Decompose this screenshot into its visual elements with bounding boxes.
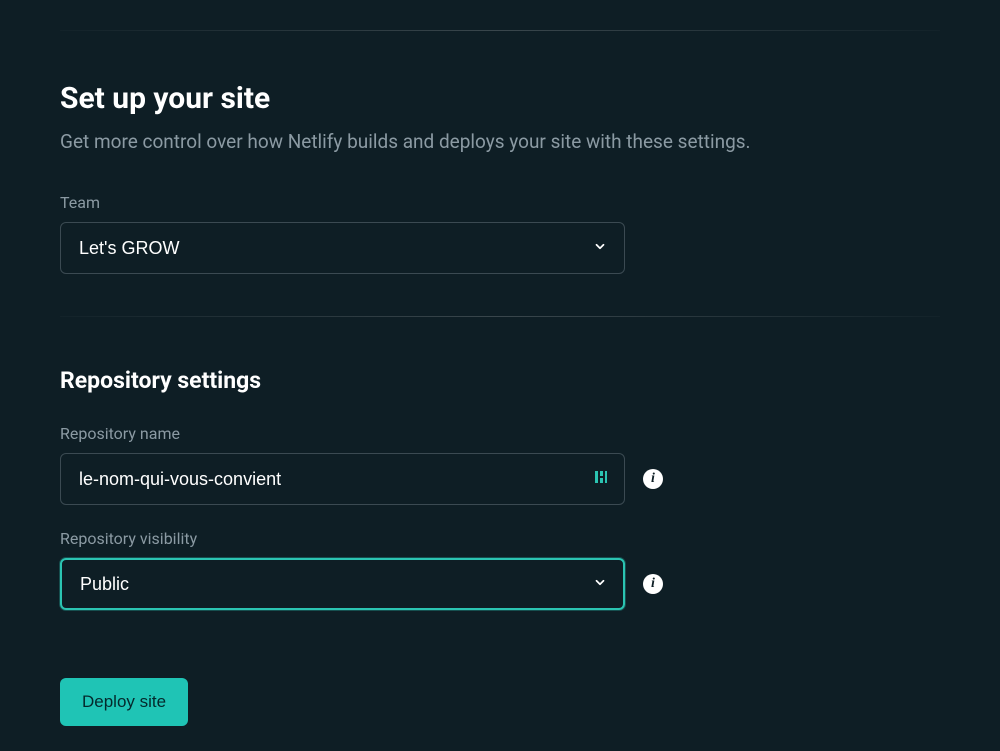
team-select-value: Let's GROW <box>79 238 179 259</box>
page-title: Set up your site <box>60 81 940 116</box>
mid-divider <box>60 316 940 317</box>
deploy-site-button[interactable]: Deploy site <box>60 678 188 726</box>
repo-visibility-select-value: Public <box>80 574 129 595</box>
repo-visibility-field-group: Repository visibility Public i <box>60 529 940 610</box>
team-select[interactable]: Let's GROW <box>60 222 625 274</box>
info-icon[interactable]: i <box>643 574 663 594</box>
page-subtitle: Get more control over how Netlify builds… <box>60 130 940 153</box>
top-divider <box>60 30 940 31</box>
repo-name-label: Repository name <box>60 424 940 443</box>
repo-name-input[interactable] <box>60 453 625 505</box>
team-label: Team <box>60 193 940 212</box>
team-field-group: Team Let's GROW <box>60 193 940 274</box>
info-icon[interactable]: i <box>643 469 663 489</box>
repo-visibility-label: Repository visibility <box>60 529 940 548</box>
repo-name-field-group: Repository name i <box>60 424 940 505</box>
repo-visibility-select[interactable]: Public <box>60 558 625 610</box>
repo-section-title: Repository settings <box>60 367 940 394</box>
